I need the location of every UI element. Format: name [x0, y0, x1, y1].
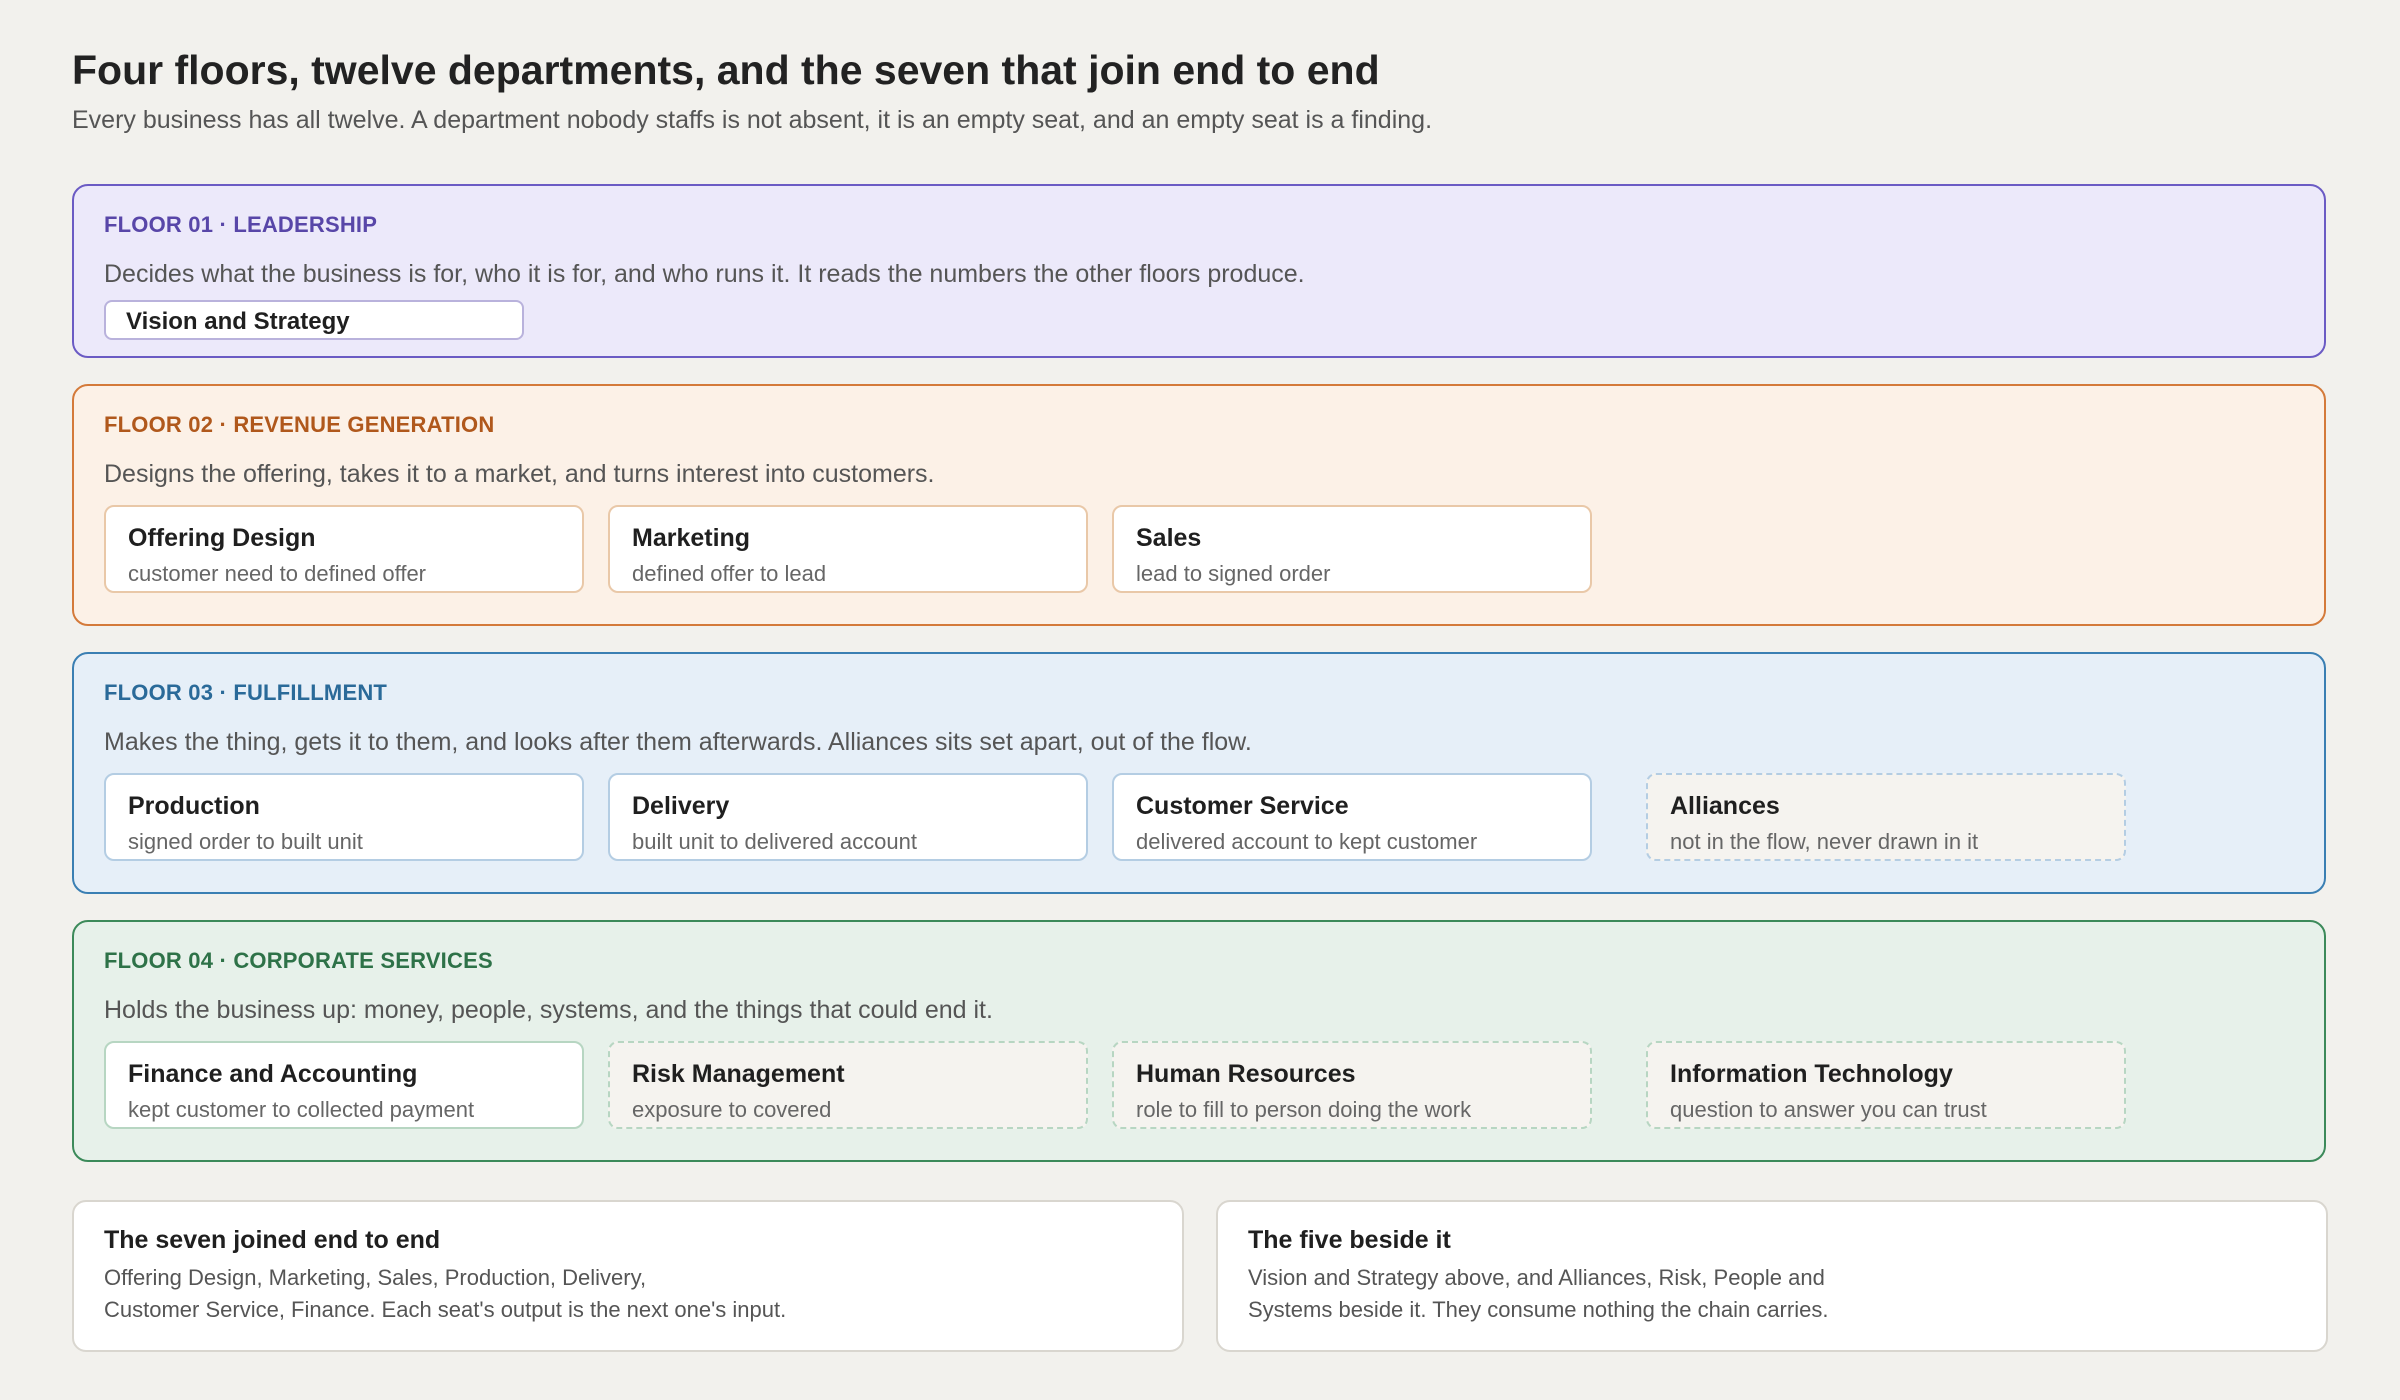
department-card-information-technology: Information Technology question to answe… — [1646, 1041, 2126, 1129]
department-card-customer-service: Customer Service delivered account to ke… — [1112, 773, 1592, 861]
department-name: Alliances — [1670, 792, 1780, 820]
floor-label: FLOOR 02 · REVENUE GENERATION — [104, 412, 495, 437]
floor-description: Decides what the business is for, who it… — [104, 260, 1305, 288]
department-flow: lead to signed order — [1136, 561, 1331, 586]
summary-text: Vision and Strategy above, and Alliances… — [1248, 1262, 2008, 1326]
department-flow: not in the flow, never drawn in it — [1670, 829, 1979, 854]
department-name: Sales — [1136, 524, 1202, 552]
summary-line: Offering Design, Marketing, Sales, Produ… — [104, 1265, 647, 1290]
floor-leadership: FLOOR 01 · LEADERSHIP Decides what the b… — [72, 184, 2326, 358]
floor-revenue-generation: FLOOR 02 · REVENUE GENERATION Designs th… — [72, 384, 2326, 626]
department-name: Customer Service — [1136, 792, 1349, 820]
summary-card-chain: The seven joined end to end Offering Des… — [72, 1200, 1184, 1352]
department-flow: defined offer to lead — [632, 561, 827, 586]
department-flow: delivered account to kept customer — [1136, 829, 1478, 854]
department-card-production: Production signed order to built unit — [104, 773, 584, 861]
department-name: Marketing — [632, 524, 751, 552]
floor-label: FLOOR 01 · LEADERSHIP — [104, 212, 378, 237]
department-name: Production — [128, 792, 260, 820]
department-card-delivery: Delivery built unit to delivered account — [608, 773, 1088, 861]
department-list: Finance and Accounting kept customer to … — [104, 1041, 2126, 1129]
department-name: Delivery — [632, 792, 730, 820]
department-flow: question to answer you can trust — [1670, 1097, 1987, 1122]
summary-line: Customer Service, Finance. Each seat's o… — [104, 1297, 787, 1322]
department-flow: exposure to covered — [632, 1097, 832, 1122]
department-list: Vision and Strategy — [104, 300, 524, 340]
department-flow: signed order to built unit — [128, 829, 363, 854]
summary-text: Offering Design, Marketing, Sales, Produ… — [104, 1262, 864, 1326]
department-card-marketing: Marketing defined offer to lead — [608, 505, 1088, 593]
department-card-risk-management: Risk Management exposure to covered — [608, 1041, 1088, 1129]
summary-title: The seven joined end to end — [104, 1226, 441, 1254]
summary-card-beside: The five beside it Vision and Strategy a… — [1216, 1200, 2328, 1352]
department-flow: kept customer to collected payment — [128, 1097, 475, 1122]
department-flow: customer need to defined offer — [128, 561, 427, 586]
department-name: Offering Design — [128, 524, 316, 552]
floor-description: Makes the thing, gets it to them, and lo… — [104, 728, 1252, 756]
floor-fulfillment: FLOOR 03 · FULFILLMENT Makes the thing, … — [72, 652, 2326, 894]
department-flow: role to fill to person doing the work — [1136, 1097, 1472, 1122]
page-header: Four floors, twelve departments, and the… — [72, 44, 2328, 136]
department-name: Human Resources — [1136, 1060, 1356, 1088]
floor-description: Designs the offering, takes it to a mark… — [104, 460, 935, 488]
department-flow: built unit to delivered account — [632, 829, 917, 854]
department-list: Offering Design customer need to defined… — [104, 505, 1592, 593]
page-subtitle: Every business has all twelve. A departm… — [72, 106, 1433, 134]
department-card-offering-design: Offering Design customer need to defined… — [104, 505, 584, 593]
summary-line: Systems beside it. They consume nothing … — [1248, 1297, 1829, 1322]
floor-label: FLOOR 03 · FULFILLMENT — [104, 680, 388, 705]
department-name: Risk Management — [632, 1060, 845, 1088]
department-list: Production signed order to built unit De… — [104, 773, 2126, 861]
department-card-alliances: Alliances not in the flow, never drawn i… — [1646, 773, 2126, 861]
department-name: Information Technology — [1670, 1060, 1953, 1088]
department-card-human-resources: Human Resources role to fill to person d… — [1112, 1041, 1592, 1129]
floor-corporate-services: FLOOR 04 · CORPORATE SERVICES Holds the … — [72, 920, 2326, 1162]
summary-line: Vision and Strategy above, and Alliances… — [1248, 1265, 1825, 1290]
department-name: Finance and Accounting — [128, 1060, 418, 1088]
page-title: Four floors, twelve departments, and the… — [72, 47, 1380, 93]
department-card-vision-and-strategy: Vision and Strategy — [104, 300, 524, 340]
summary-title: The five beside it — [1248, 1226, 1451, 1254]
department-card-sales: Sales lead to signed order — [1112, 505, 1592, 593]
department-card-finance-and-accounting: Finance and Accounting kept customer to … — [104, 1041, 584, 1129]
floor-label: FLOOR 04 · CORPORATE SERVICES — [104, 948, 493, 973]
floor-description: Holds the business up: money, people, sy… — [104, 996, 993, 1024]
